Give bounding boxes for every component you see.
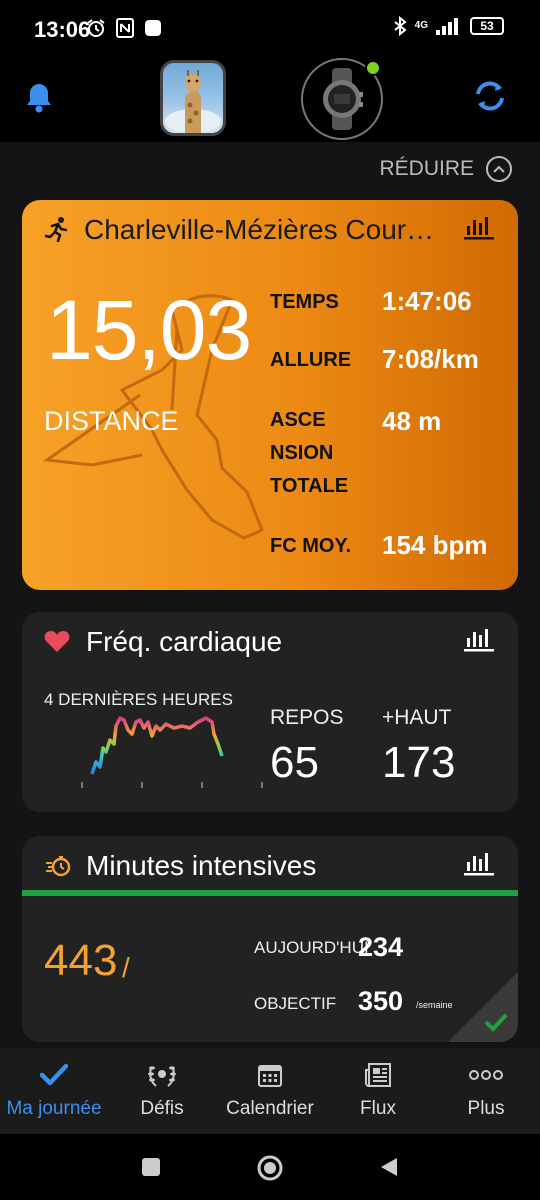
intensity-slash: / bbox=[122, 952, 130, 983]
nav-calendar[interactable]: Calendrier bbox=[216, 1048, 324, 1134]
nav-more[interactable]: Plus bbox=[432, 1048, 540, 1134]
battery-level: 53 bbox=[470, 17, 504, 35]
intensity-clock-icon bbox=[46, 856, 71, 877]
back-button[interactable] bbox=[378, 1156, 400, 1178]
news-icon bbox=[365, 1063, 391, 1087]
nav-label: Calendrier bbox=[226, 1098, 314, 1119]
collapse-label: RÉDUIRE bbox=[379, 157, 474, 180]
device-connected-dot bbox=[365, 60, 381, 76]
profile-avatar[interactable] bbox=[160, 60, 226, 136]
intensity-title: Minutes intensives bbox=[86, 850, 317, 881]
nav-feed[interactable]: Flux bbox=[324, 1048, 432, 1134]
heart-rate-title: Fréq. cardiaque bbox=[86, 626, 283, 657]
nav-my-day[interactable]: Ma journée bbox=[0, 1048, 108, 1134]
today-label: AUJOURD'HUI bbox=[254, 938, 369, 957]
status-icons-left bbox=[86, 18, 162, 38]
activity-card[interactable]: Charleville-Mézières Cour… 15,03 DISTANC… bbox=[22, 200, 518, 590]
stat-value-ascent: 48 m bbox=[382, 406, 442, 436]
chevron-up-icon bbox=[486, 156, 512, 182]
heart-icon bbox=[44, 631, 70, 652]
network-type: 4G bbox=[414, 20, 428, 31]
goal-check-icon bbox=[484, 1013, 508, 1032]
stat-value-avg-hr: 154 bpm bbox=[382, 530, 488, 560]
rest-hr-value: 65 bbox=[270, 738, 319, 787]
status-time: 13:06 bbox=[34, 17, 91, 42]
signal-icon bbox=[436, 18, 458, 35]
today-value: 234 bbox=[358, 932, 404, 962]
distance-value: 15,03 bbox=[46, 283, 252, 377]
stat-label-ascent-1: ASCE bbox=[270, 409, 326, 431]
nav-label: Ma journée bbox=[6, 1098, 102, 1119]
alarm-icon bbox=[87, 19, 105, 37]
stat-value-time: 1:47:06 bbox=[382, 286, 472, 316]
max-hr-value: 173 bbox=[382, 738, 456, 787]
bell-icon bbox=[27, 84, 51, 113]
heart-rate-period: 4 DERNIÈRES HEURES bbox=[44, 690, 233, 709]
status-bar: 13:06 4G 53 bbox=[0, 0, 540, 56]
bar-chart-icon[interactable] bbox=[464, 852, 494, 876]
nav-label: Flux bbox=[360, 1098, 396, 1119]
collapse-button[interactable]: RÉDUIRE bbox=[379, 156, 512, 182]
heart-rate-sparkline bbox=[81, 716, 263, 788]
check-icon bbox=[40, 1063, 68, 1086]
goal-value: 350 bbox=[358, 986, 404, 1016]
recent-apps-button[interactable] bbox=[141, 1157, 161, 1177]
laurel-icon bbox=[148, 1066, 176, 1087]
intensity-total: 443 bbox=[44, 936, 118, 985]
stat-label-time: TEMPS bbox=[270, 291, 339, 313]
rest-hr-label: REPOS bbox=[270, 706, 344, 729]
heart-rate-card[interactable]: Fréq. cardiaque 4 DERNIÈRES HEURES REPOS… bbox=[22, 612, 518, 812]
goal-label: OBJECTIF bbox=[254, 994, 337, 1013]
bar-chart-icon[interactable] bbox=[464, 216, 494, 240]
nav-label: Défis bbox=[140, 1098, 184, 1119]
running-icon bbox=[44, 217, 68, 242]
stat-label-pace: ALLURE bbox=[270, 349, 352, 371]
bar-chart-icon[interactable] bbox=[464, 628, 494, 652]
intensity-progress-bar bbox=[22, 890, 518, 896]
intensity-minutes-card[interactable]: Minutes intensives 443 / AUJOURD'HUI 234… bbox=[22, 836, 518, 1042]
max-hr-label: +HAUT bbox=[382, 706, 452, 729]
app-notification-icon bbox=[145, 20, 161, 36]
system-navigation-bar bbox=[0, 1134, 540, 1200]
activity-title: Charleville-Mézières Cour… bbox=[84, 214, 435, 245]
nfc-icon bbox=[116, 18, 134, 38]
calendar-icon bbox=[258, 1065, 282, 1087]
more-icon bbox=[469, 1070, 503, 1080]
giraffe-photo bbox=[165, 70, 221, 133]
stat-value-pace: 7:08/km bbox=[382, 344, 479, 374]
app-header bbox=[0, 56, 540, 142]
sync-button[interactable] bbox=[470, 76, 510, 121]
nav-label: Plus bbox=[467, 1098, 505, 1119]
stat-label-avg-hr: FC MOY. bbox=[270, 535, 352, 557]
home-button[interactable] bbox=[256, 1154, 284, 1182]
distance-label: DISTANCE bbox=[44, 406, 179, 436]
status-icons-right: 4G 53 bbox=[393, 16, 504, 36]
stat-label-ascent-3: TOTALE bbox=[270, 475, 349, 497]
notifications-button[interactable] bbox=[24, 82, 54, 119]
stat-label-ascent-2: NSION bbox=[270, 442, 334, 464]
nav-challenges[interactable]: Défis bbox=[108, 1048, 216, 1134]
bluetooth-icon bbox=[394, 16, 407, 36]
bottom-navigation: Ma journée Défis Calendrier Flux Plus bbox=[0, 1048, 540, 1134]
sync-icon bbox=[476, 81, 504, 111]
